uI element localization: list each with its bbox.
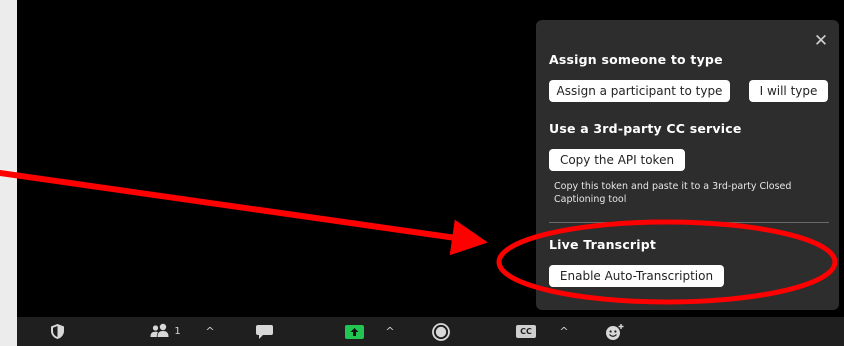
assign-participant-button[interactable]: Assign a participant to type xyxy=(549,80,730,102)
close-icon[interactable]: ✕ xyxy=(812,32,830,50)
record-icon[interactable] xyxy=(429,317,453,346)
participants-button[interactable]: 1 xyxy=(146,317,184,346)
security-shield-icon[interactable] xyxy=(45,317,69,346)
reactions-icon[interactable] xyxy=(603,317,627,346)
i-will-type-button[interactable]: I will type xyxy=(749,80,828,102)
enable-auto-transcription-button[interactable]: Enable Auto-Transcription xyxy=(549,265,724,287)
closed-caption-panel: ✕ Assign someone to type Assign a partic… xyxy=(536,20,839,310)
participants-count: 1 xyxy=(174,326,181,337)
live-transcript-heading: Live Transcript xyxy=(549,237,657,252)
participants-icon xyxy=(149,322,171,341)
cc-chevron-up-icon[interactable]: ^ xyxy=(557,317,571,346)
assign-heading: Assign someone to type xyxy=(549,52,723,67)
meeting-toolbar: 1 ^ ^ CC ^ xyxy=(17,317,844,346)
closed-caption-button[interactable]: CC xyxy=(513,317,539,346)
share-chevron-up-icon[interactable]: ^ xyxy=(383,317,397,346)
share-screen-icon[interactable] xyxy=(342,317,366,346)
token-description: Copy this token and paste it to a 3rd-pa… xyxy=(554,181,792,205)
chat-icon[interactable] xyxy=(252,317,276,346)
cc-icon: CC xyxy=(516,325,536,338)
participants-chevron-up-icon[interactable]: ^ xyxy=(203,317,217,346)
third-party-heading: Use a 3rd-party CC service xyxy=(549,121,742,136)
copy-api-token-button[interactable]: Copy the API token xyxy=(549,149,685,171)
section-divider xyxy=(549,222,829,223)
